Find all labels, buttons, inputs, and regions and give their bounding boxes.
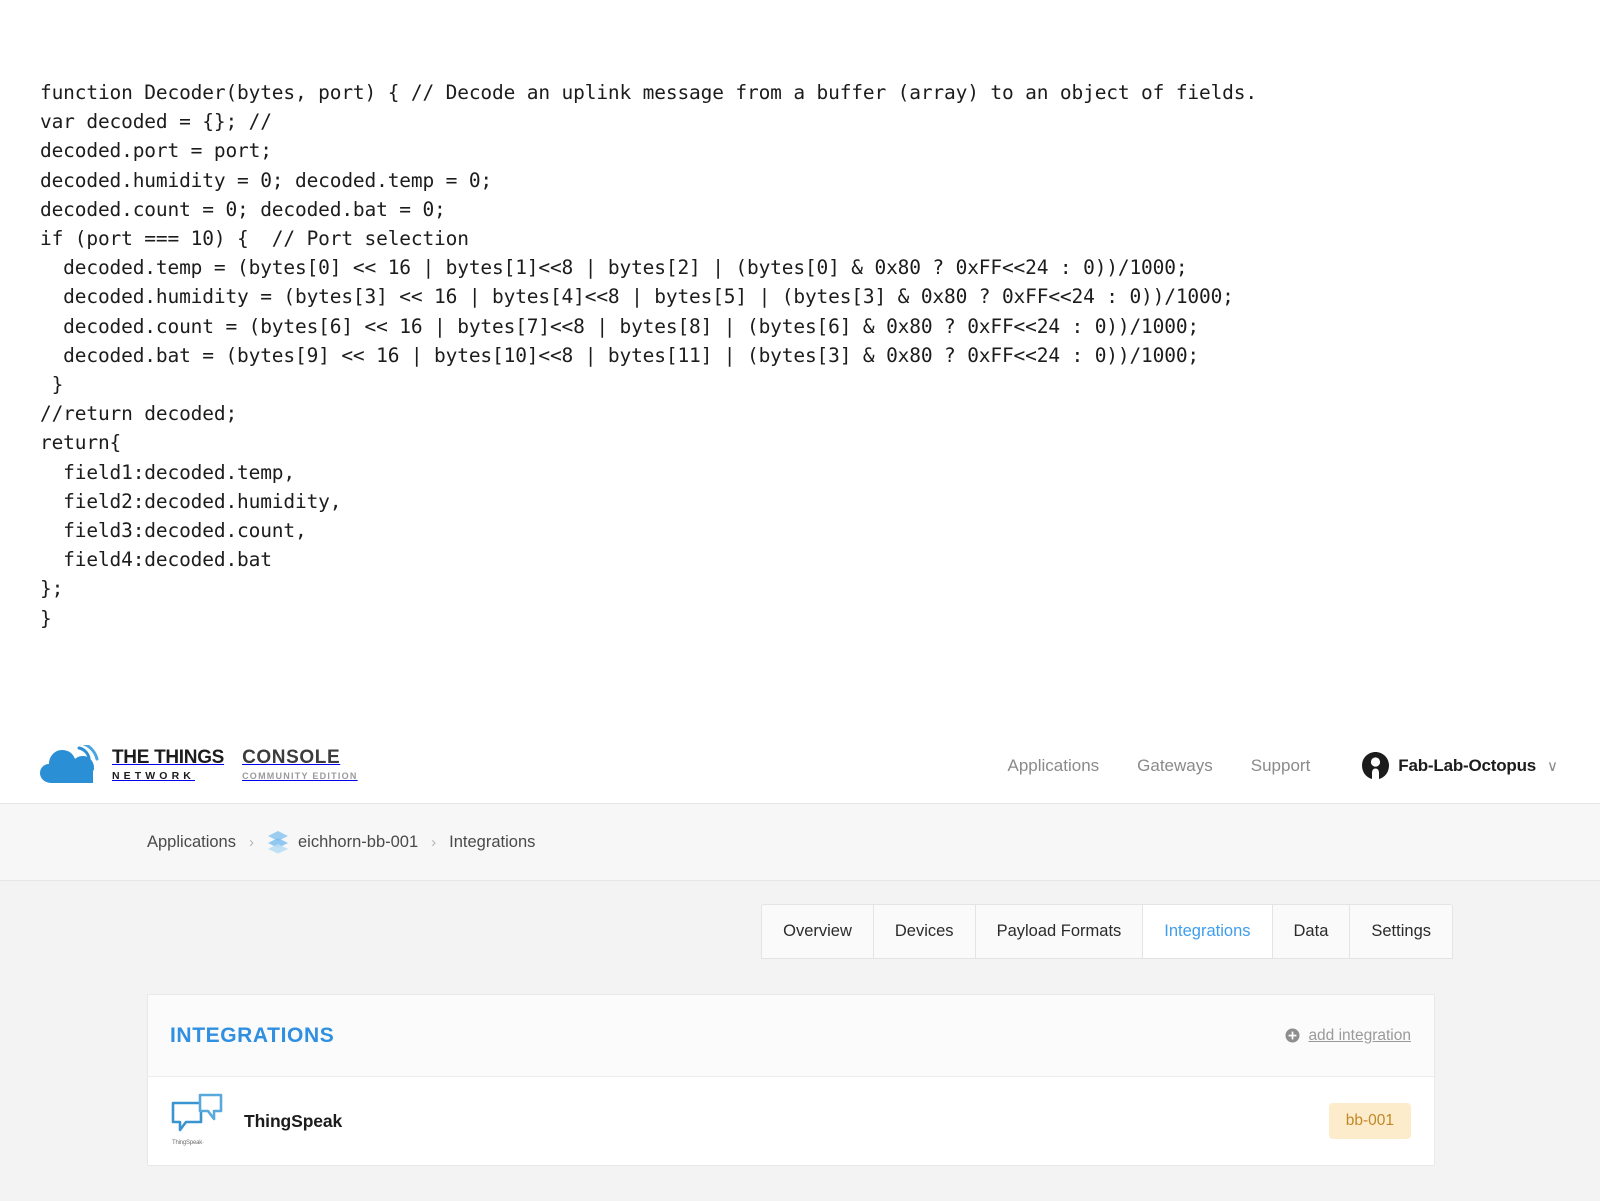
code-line-9: decoded.count = (bytes[6] << 16 | bytes[… xyxy=(40,312,1257,341)
breadcrumb-bar: Applications › eichhorn-bb-001 › Integra… xyxy=(0,804,1600,881)
code-line-6: if (port === 10) { // Port selection xyxy=(40,224,1257,253)
add-integration-button[interactable]: add integration xyxy=(1285,1027,1411,1045)
application-tabs: Overview Devices Payload Formats Integra… xyxy=(761,904,1453,959)
thingspeak-wordmark: ThingSpeak· xyxy=(172,1140,204,1146)
code-line-14: field1:decoded.temp, xyxy=(40,458,1257,487)
console-header: THE THINGS NETWORK CONSOLE COMMUNITY EDI… xyxy=(0,728,1600,804)
console-wordmark-line1: CONSOLE xyxy=(242,748,358,767)
code-line-18: }; xyxy=(40,574,1257,603)
thingspeak-logo-icon: ThingSpeak· xyxy=(170,1093,226,1149)
add-circle-icon xyxy=(1285,1028,1300,1043)
nav-applications[interactable]: Applications xyxy=(1007,756,1099,776)
decoder-code-block: function Decoder(bytes, port) { // Decod… xyxy=(40,78,1257,633)
header-nav: Applications Gateways Support Fab-Lab-Oc… xyxy=(969,752,1558,779)
integrations-card-header: INTEGRATIONS add integration xyxy=(148,995,1434,1077)
code-line-19: } xyxy=(40,604,1257,633)
main-content: Overview Devices Payload Formats Integra… xyxy=(0,881,1600,1201)
tab-integrations[interactable]: Integrations xyxy=(1143,905,1272,958)
user-avatar-icon xyxy=(1362,752,1389,779)
nav-gateways[interactable]: Gateways xyxy=(1137,756,1213,776)
breadcrumb-applications[interactable]: Applications xyxy=(147,833,236,852)
code-line-16: field3:decoded.count, xyxy=(40,516,1257,545)
application-stack-icon xyxy=(267,830,289,854)
breadcrumb-separator: › xyxy=(249,834,254,851)
code-line-8: decoded.humidity = (bytes[3] << 16 | byt… xyxy=(40,282,1257,311)
code-line-11: } xyxy=(40,370,1257,399)
list-item[interactable]: ThingSpeak· ThingSpeak bb-001 xyxy=(148,1077,1434,1165)
decoder-code-region: function Decoder(bytes, port) { // Decod… xyxy=(0,0,1600,715)
code-line-7: decoded.temp = (bytes[0] << 16 | bytes[1… xyxy=(40,253,1257,282)
tab-devices[interactable]: Devices xyxy=(874,905,976,958)
ttn-wordmark: THE THINGS NETWORK xyxy=(112,748,224,784)
ttn-console-logo[interactable]: THE THINGS NETWORK CONSOLE COMMUNITY EDI… xyxy=(40,728,358,803)
code-line-3: decoded.port = port; xyxy=(40,136,1257,165)
status-badge: bb-001 xyxy=(1329,1103,1411,1139)
integrations-card: INTEGRATIONS add integration Thin xyxy=(147,994,1435,1166)
user-name: Fab-Lab-Octopus xyxy=(1398,756,1536,776)
code-line-4: decoded.humidity = 0; decoded.temp = 0; xyxy=(40,166,1257,195)
code-line-2: var decoded = {}; // xyxy=(40,107,1257,136)
breadcrumb-application-label: eichhorn-bb-001 xyxy=(298,833,418,852)
cloud-signal-icon xyxy=(40,745,102,787)
nav-support[interactable]: Support xyxy=(1251,756,1311,776)
tabs-row: Overview Devices Payload Formats Integra… xyxy=(0,904,1600,959)
logo-text-group: THE THINGS NETWORK CONSOLE COMMUNITY EDI… xyxy=(112,748,358,784)
code-line-5: decoded.count = 0; decoded.bat = 0; xyxy=(40,195,1257,224)
breadcrumb-integrations: Integrations xyxy=(449,833,535,852)
add-integration-label: add integration xyxy=(1308,1027,1411,1045)
code-line-17: field4:decoded.bat xyxy=(40,545,1257,574)
breadcrumb-separator-2: › xyxy=(431,834,436,851)
ttn-wordmark-line2: NETWORK xyxy=(112,769,224,784)
page-title: INTEGRATIONS xyxy=(170,1024,334,1048)
code-line-1: function Decoder(bytes, port) { // Decod… xyxy=(40,78,1257,107)
user-menu[interactable]: Fab-Lab-Octopus ∨ xyxy=(1362,752,1558,779)
code-line-13: return{ xyxy=(40,428,1257,457)
integration-name: ThingSpeak xyxy=(244,1111,342,1132)
console-wordmark-line2: COMMUNITY EDITION xyxy=(242,769,358,784)
tab-overview[interactable]: Overview xyxy=(762,905,874,958)
code-line-12: //return decoded; xyxy=(40,399,1257,428)
breadcrumb: Applications › eichhorn-bb-001 › Integra… xyxy=(147,830,535,854)
console-wordmark: CONSOLE COMMUNITY EDITION xyxy=(242,748,358,784)
tab-data[interactable]: Data xyxy=(1273,905,1351,958)
breadcrumb-application-id[interactable]: eichhorn-bb-001 xyxy=(267,830,418,854)
code-line-15: field2:decoded.humidity, xyxy=(40,487,1257,516)
ttn-wordmark-line1: THE THINGS xyxy=(112,748,224,767)
chevron-down-icon[interactable]: ∨ xyxy=(1547,757,1558,775)
tab-settings[interactable]: Settings xyxy=(1350,905,1452,958)
tab-payload-formats[interactable]: Payload Formats xyxy=(976,905,1144,958)
code-line-10: decoded.bat = (bytes[9] << 16 | bytes[10… xyxy=(40,341,1257,370)
